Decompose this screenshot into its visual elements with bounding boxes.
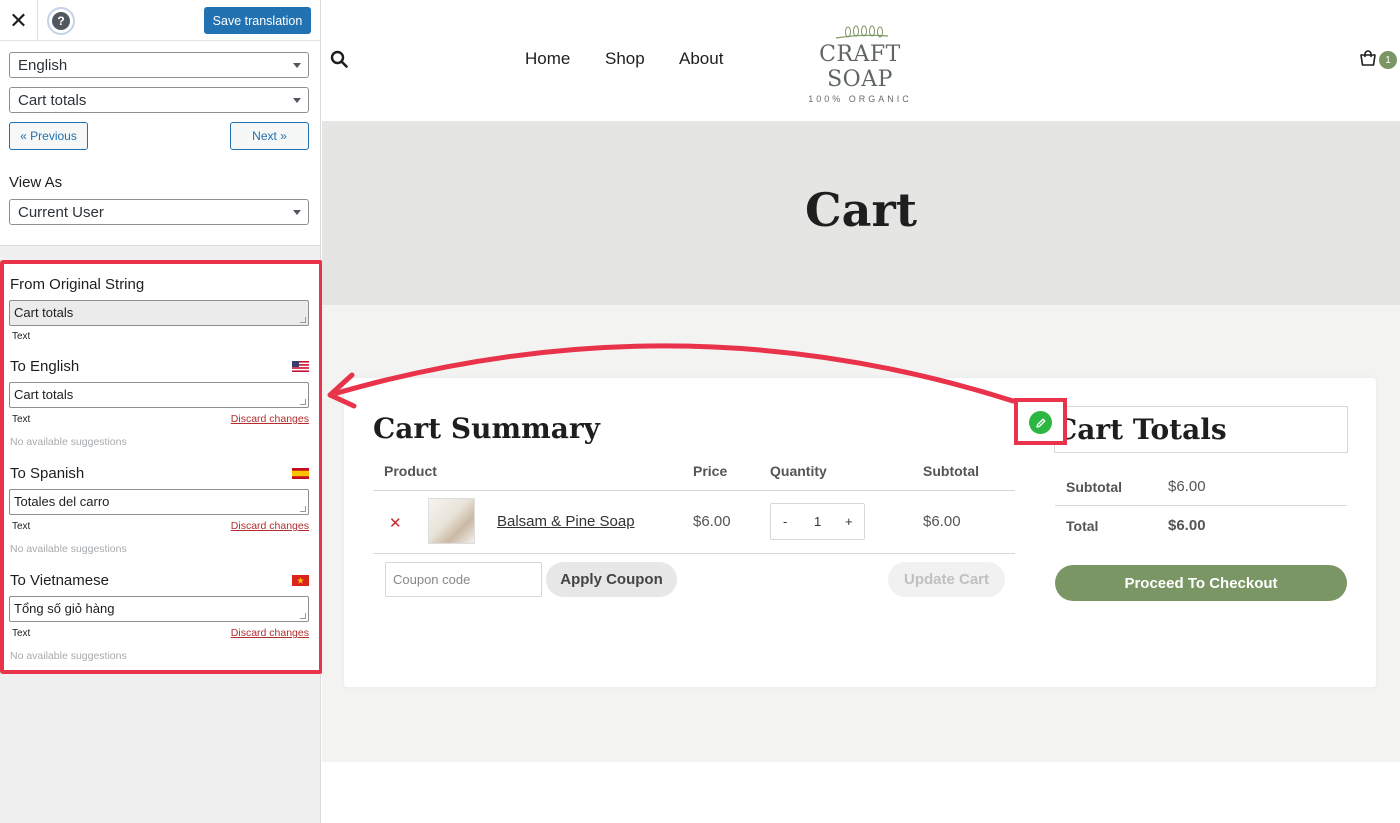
translation-sidebar: ✕ ? Save translation English Cart totals… (0, 0, 323, 823)
quantity-increase-button[interactable]: + (845, 514, 853, 529)
divider (373, 490, 1015, 491)
site-header: Home Shop About CRAFT SOAP 100% ORGANIC … (322, 0, 1400, 121)
resize-grip-icon[interactable] (300, 399, 306, 405)
menu-item-home[interactable]: Home (525, 49, 570, 69)
proceed-to-checkout-button[interactable]: Proceed To Checkout (1055, 565, 1347, 601)
menu-item-shop[interactable]: Shop (605, 49, 645, 69)
column-header-subtotal: Subtotal (923, 463, 979, 479)
product-name-link[interactable]: Balsam & Pine Soap (497, 513, 635, 530)
view-as-select[interactable]: Current User (9, 199, 309, 225)
edit-string-marker[interactable] (1014, 398, 1067, 445)
vietnamese-translation-input[interactable]: Tổng số giỏ hàng (9, 596, 309, 622)
cart-card: Cart Summary Product Price Quantity Subt… (344, 378, 1376, 687)
string-type-label: Text (12, 628, 31, 639)
suggestions-text: No available suggestions (10, 436, 127, 448)
suggestions-text: No available suggestions (10, 543, 127, 555)
suggestions-text: No available suggestions (10, 650, 127, 662)
shopping-cart-icon[interactable] (1359, 50, 1377, 68)
totals-total-value: $6.00 (1168, 517, 1206, 534)
help-icon: ? (52, 12, 70, 30)
chevron-down-icon (293, 210, 301, 215)
chevron-down-icon (293, 98, 301, 103)
page-hero: Cart (322, 121, 1400, 305)
apply-coupon-button[interactable]: Apply Coupon (546, 562, 677, 597)
coupon-code-input[interactable]: Coupon code (385, 562, 542, 597)
resize-grip-icon[interactable] (300, 613, 306, 619)
update-cart-button[interactable]: Update Cart (888, 562, 1005, 597)
page-title: Cart (805, 183, 917, 237)
spanish-heading: To Spanish (10, 465, 85, 482)
cart-totals-heading-box: Cart Totals (1054, 406, 1348, 453)
quantity-value[interactable]: 1 (814, 514, 821, 529)
column-header-price: Price (693, 463, 728, 479)
help-button[interactable]: ? (47, 7, 75, 35)
product-thumbnail[interactable] (428, 498, 475, 544)
save-translation-button[interactable]: Save translation (204, 7, 311, 34)
discard-changes-link[interactable]: Discard changes (231, 520, 309, 532)
english-translation-value: Cart totals (14, 387, 74, 402)
string-type-label: Text (12, 521, 31, 532)
english-heading: To English (10, 358, 80, 375)
translation-strings-panel: From Original String Cart totals Text To… (0, 260, 323, 674)
pencil-icon[interactable] (1029, 411, 1052, 434)
us-flag-icon (292, 361, 309, 372)
spanish-translation-input[interactable]: Totales del carro (9, 489, 309, 515)
spanish-translation-value: Totales del carro (14, 494, 110, 509)
string-select-value: Cart totals (18, 92, 87, 109)
product-price: $6.00 (693, 513, 731, 530)
previous-button[interactable]: « Previous (9, 122, 88, 150)
sidebar-controls: English Cart totals « Previous Next » Vi… (0, 41, 320, 246)
original-string-heading: From Original String (10, 276, 145, 293)
language-select[interactable]: English (9, 52, 309, 78)
site-logo[interactable]: CRAFT SOAP 100% ORGANIC (790, 20, 930, 104)
language-select-value: English (18, 57, 68, 74)
discard-changes-link[interactable]: Discard changes (231, 627, 309, 639)
vietnamese-translation-value: Tổng số giỏ hàng (14, 601, 115, 616)
leaf-branch-icon (835, 25, 889, 39)
english-translation-input[interactable]: Cart totals (9, 382, 309, 408)
string-type-label: Text (12, 331, 31, 342)
vn-flag-icon (292, 575, 309, 586)
resize-grip-icon[interactable] (300, 506, 306, 512)
site-preview: Home Shop About CRAFT SOAP 100% ORGANIC … (322, 0, 1400, 823)
menu-item-about[interactable]: About (679, 49, 723, 69)
string-type-label: Text (12, 414, 31, 425)
logo-title: CRAFT SOAP (819, 42, 901, 92)
view-as-select-value: Current User (18, 204, 104, 221)
divider (373, 553, 1015, 554)
remove-item-icon[interactable]: ✕ (389, 514, 402, 532)
cart-summary-title: Cart Summary (373, 412, 600, 445)
original-string-value: Cart totals (14, 305, 74, 320)
column-header-quantity: Quantity (770, 463, 827, 479)
cart-count-badge: 1 (1379, 51, 1397, 69)
original-string-field: Cart totals (9, 300, 309, 326)
next-button[interactable]: Next » (230, 122, 309, 150)
discard-changes-link[interactable]: Discard changes (231, 413, 309, 425)
es-flag-icon (292, 468, 309, 479)
chevron-down-icon (293, 63, 301, 68)
totals-total-label: Total (1066, 518, 1099, 534)
search-icon[interactable] (330, 50, 348, 68)
string-select[interactable]: Cart totals (9, 87, 309, 113)
logo-subtitle: 100% ORGANIC (808, 94, 912, 104)
vietnamese-heading: To Vietnamese (10, 572, 109, 589)
cart-totals-title: Cart Totals (1055, 413, 1227, 446)
resize-grip-icon (300, 317, 306, 323)
product-subtotal: $6.00 (923, 513, 961, 530)
sidebar-toolbar: ✕ ? Save translation (0, 0, 320, 41)
view-as-label: View As (9, 174, 63, 191)
cart-content-area: Cart Summary Product Price Quantity Subt… (322, 305, 1400, 762)
column-header-product: Product (384, 463, 437, 479)
totals-subtotal-value: $6.00 (1168, 478, 1206, 495)
close-icon[interactable]: ✕ (0, 0, 38, 41)
quantity-decrease-button[interactable]: - (783, 514, 787, 529)
totals-subtotal-label: Subtotal (1066, 479, 1122, 495)
quantity-stepper[interactable]: - 1 + (770, 503, 865, 540)
divider (1055, 505, 1347, 506)
